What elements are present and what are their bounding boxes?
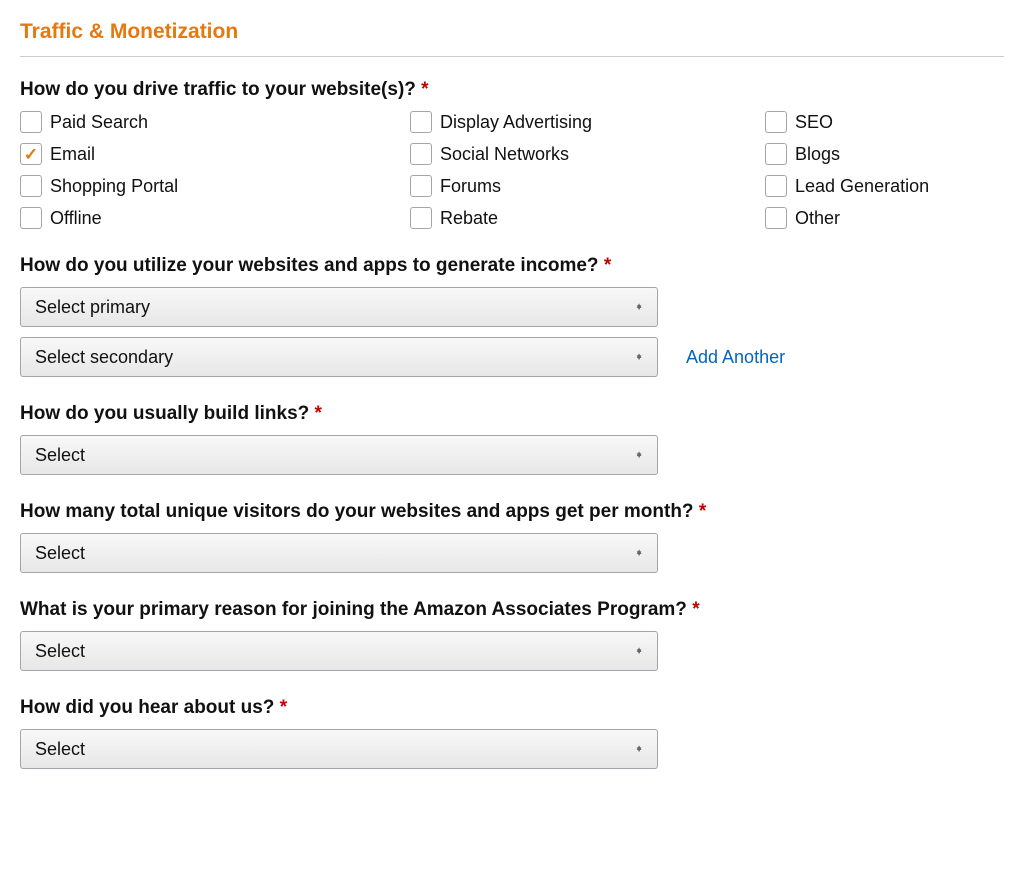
- label-text: What is your primary reason for joining …: [20, 599, 687, 620]
- checkbox-rebate: Rebate: [410, 207, 765, 229]
- checkbox-label: Lead Generation: [795, 176, 929, 197]
- checkbox-input[interactable]: [410, 143, 432, 165]
- checkbox-input[interactable]: [20, 207, 42, 229]
- checkbox-input[interactable]: [20, 143, 42, 165]
- select-placeholder: Select: [35, 739, 85, 760]
- checkbox-label: SEO: [795, 112, 833, 133]
- checkbox-label: Shopping Portal: [50, 176, 178, 197]
- hear-select[interactable]: Select: [20, 729, 658, 769]
- required-asterisk: *: [604, 255, 611, 276]
- checkbox-shopping-portal: Shopping Portal: [20, 175, 410, 197]
- checkbox-label: Paid Search: [50, 112, 148, 133]
- checkbox-label: Email: [50, 144, 95, 165]
- checkbox-label: Blogs: [795, 144, 840, 165]
- checkbox-seo: SEO: [765, 111, 1004, 133]
- question-income: How do you utilize your websites and app…: [20, 255, 1004, 377]
- question-traffic-label: How do you drive traffic to your website…: [20, 79, 1004, 101]
- updown-icon: [635, 650, 643, 652]
- required-asterisk: *: [692, 599, 699, 620]
- label-text: How did you hear about us?: [20, 697, 274, 718]
- question-income-label: How do you utilize your websites and app…: [20, 255, 1004, 277]
- checkbox-label: Offline: [50, 208, 102, 229]
- question-links: How do you usually build links? * Select: [20, 403, 1004, 475]
- select-placeholder: Select: [35, 641, 85, 662]
- checkbox-forums: Forums: [410, 175, 765, 197]
- links-select[interactable]: Select: [20, 435, 658, 475]
- select-placeholder: Select: [35, 445, 85, 466]
- reason-select[interactable]: Select: [20, 631, 658, 671]
- question-hear: How did you hear about us? * Select: [20, 697, 1004, 769]
- checkbox-label: Forums: [440, 176, 501, 197]
- select-placeholder: Select secondary: [35, 347, 173, 368]
- checkbox-label: Social Networks: [440, 144, 569, 165]
- updown-icon: [635, 356, 643, 358]
- checkbox-input[interactable]: [20, 175, 42, 197]
- checkbox-paid-search: Paid Search: [20, 111, 410, 133]
- income-secondary-select[interactable]: Select secondary: [20, 337, 658, 377]
- question-traffic: How do you drive traffic to your website…: [20, 79, 1004, 229]
- updown-icon: [635, 748, 643, 750]
- checkbox-display-advertising: Display Advertising: [410, 111, 765, 133]
- checkbox-blogs: Blogs: [765, 143, 1004, 165]
- question-hear-label: How did you hear about us? *: [20, 697, 1004, 719]
- checkbox-input[interactable]: [410, 111, 432, 133]
- checkbox-label: Display Advertising: [440, 112, 592, 133]
- checkbox-input[interactable]: [20, 111, 42, 133]
- required-asterisk: *: [699, 501, 706, 522]
- checkbox-social-networks: Social Networks: [410, 143, 765, 165]
- income-primary-select[interactable]: Select primary: [20, 287, 658, 327]
- section-title: Traffic & Monetization: [20, 20, 1004, 44]
- select-placeholder: Select primary: [35, 297, 150, 318]
- required-asterisk: *: [280, 697, 287, 718]
- question-visitors-label: How many total unique visitors do your w…: [20, 501, 1004, 523]
- question-visitors: How many total unique visitors do your w…: [20, 501, 1004, 573]
- question-reason-label: What is your primary reason for joining …: [20, 599, 1004, 621]
- add-another-link[interactable]: Add Another: [686, 347, 785, 368]
- checkbox-email: Email: [20, 143, 410, 165]
- updown-icon: [635, 552, 643, 554]
- checkbox-input[interactable]: [410, 175, 432, 197]
- question-links-label: How do you usually build links? *: [20, 403, 1004, 425]
- section-divider: [20, 56, 1004, 57]
- required-asterisk: *: [315, 403, 322, 424]
- label-text: How do you usually build links?: [20, 403, 309, 424]
- updown-icon: [635, 306, 643, 308]
- checkbox-label: Rebate: [440, 208, 498, 229]
- label-text: How do you utilize your websites and app…: [20, 255, 599, 276]
- checkbox-input[interactable]: [765, 207, 787, 229]
- traffic-checkbox-grid: Paid Search Display Advertising SEO Emai…: [20, 111, 1004, 229]
- checkbox-input[interactable]: [410, 207, 432, 229]
- label-text: How many total unique visitors do your w…: [20, 501, 694, 522]
- checkbox-label: Other: [795, 208, 840, 229]
- checkbox-input[interactable]: [765, 111, 787, 133]
- updown-icon: [635, 454, 643, 456]
- label-text: How do you drive traffic to your website…: [20, 79, 416, 100]
- checkbox-other: Other: [765, 207, 1004, 229]
- checkbox-offline: Offline: [20, 207, 410, 229]
- checkbox-input[interactable]: [765, 143, 787, 165]
- required-asterisk: *: [421, 79, 428, 100]
- checkbox-lead-generation: Lead Generation: [765, 175, 1004, 197]
- visitors-select[interactable]: Select: [20, 533, 658, 573]
- select-placeholder: Select: [35, 543, 85, 564]
- question-reason: What is your primary reason for joining …: [20, 599, 1004, 671]
- checkbox-input[interactable]: [765, 175, 787, 197]
